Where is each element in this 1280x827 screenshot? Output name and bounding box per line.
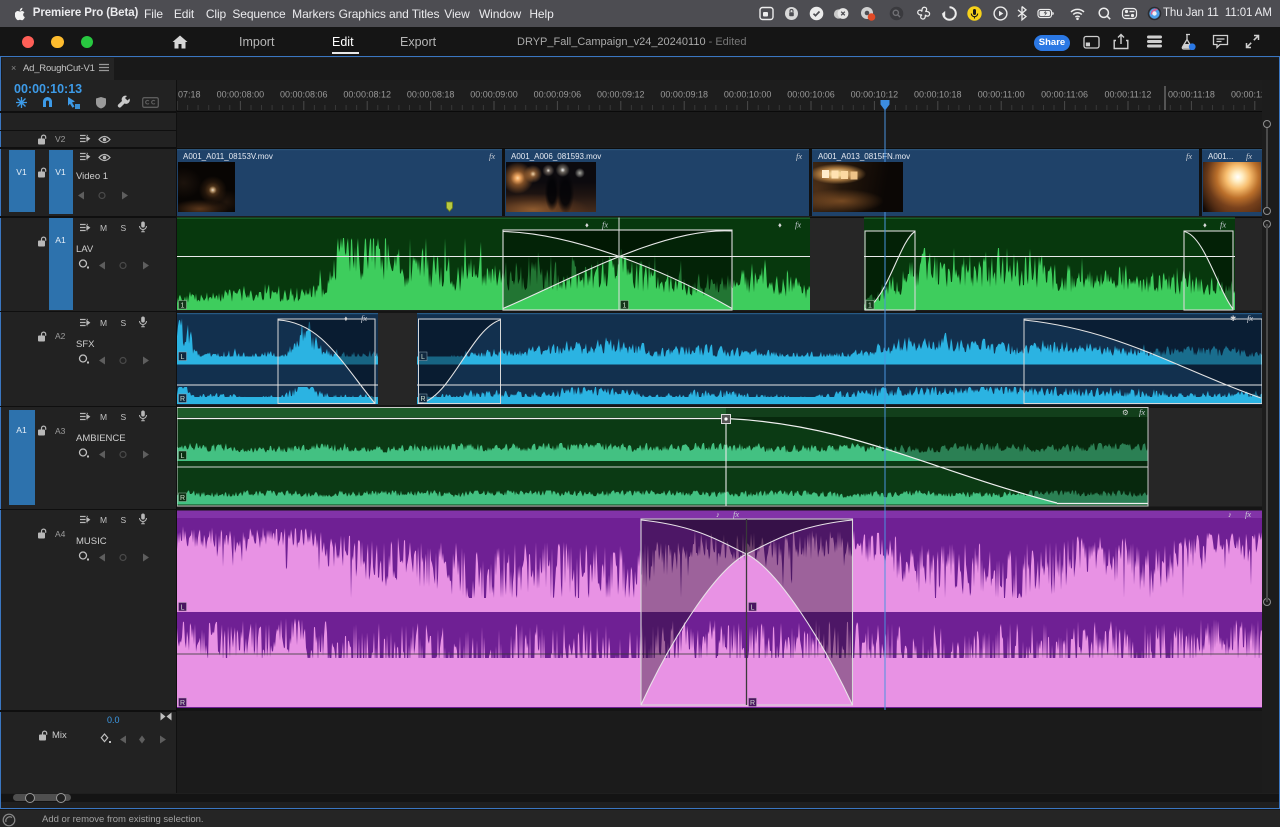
svg-text:♦: ♦ xyxy=(778,221,782,230)
svg-text:R: R xyxy=(180,700,185,707)
svg-text:A001...: A001... xyxy=(1208,152,1233,161)
svg-text:✱: ✱ xyxy=(1230,314,1237,323)
svg-text:07:18: 07:18 xyxy=(178,90,201,100)
svg-text:♪: ♪ xyxy=(716,510,720,519)
svg-text:00:00:09:00: 00:00:09:00 xyxy=(470,90,518,100)
svg-text:1: 1 xyxy=(868,303,872,310)
svg-text:L: L xyxy=(181,354,185,361)
svg-text:fx: fx xyxy=(1247,313,1253,323)
svg-text:A001_A006_081593.mov: A001_A006_081593.mov xyxy=(511,152,601,161)
svg-text:L: L xyxy=(421,354,425,361)
svg-text:00:00:11:00: 00:00:11:00 xyxy=(978,90,1025,100)
svg-text:A001_A011_08153V.mov: A001_A011_08153V.mov xyxy=(183,152,273,161)
svg-text:fx: fx xyxy=(1139,407,1145,417)
svg-text:fx: fx xyxy=(733,509,739,519)
svg-text:L: L xyxy=(181,453,185,460)
svg-text:fx: fx xyxy=(796,151,802,161)
svg-text:R: R xyxy=(180,495,185,502)
svg-text:00:00:11:18: 00:00:11:18 xyxy=(1168,90,1215,100)
svg-text:♦: ♦ xyxy=(585,221,589,230)
svg-text:00:00:09:18: 00:00:09:18 xyxy=(660,90,708,100)
svg-text:fx: fx xyxy=(1186,151,1192,161)
svg-text:R: R xyxy=(750,700,755,707)
svg-text:L: L xyxy=(751,605,755,612)
svg-text:fx: fx xyxy=(1220,220,1226,230)
svg-text:00:00:10:18: 00:00:10:18 xyxy=(914,90,962,100)
svg-text:00:00:11:06: 00:00:11:06 xyxy=(1041,90,1088,100)
svg-text:00:00:08:06: 00:00:08:06 xyxy=(280,90,328,100)
svg-text:fx: fx xyxy=(489,151,495,161)
svg-text:00:00:10:06: 00:00:10:06 xyxy=(787,90,835,100)
svg-text:00:00:08:18: 00:00:08:18 xyxy=(407,90,455,100)
svg-text:fx: fx xyxy=(602,220,608,230)
svg-text:1: 1 xyxy=(181,303,185,310)
svg-text:fx: fx xyxy=(795,220,801,230)
svg-text:fx: fx xyxy=(1246,151,1252,161)
svg-text:00:00:08:00: 00:00:08:00 xyxy=(217,90,265,100)
svg-text:00:00:09:12: 00:00:09:12 xyxy=(597,90,645,100)
svg-text:00:00:09:06: 00:00:09:06 xyxy=(534,90,582,100)
svg-text:fx: fx xyxy=(1245,509,1251,519)
svg-text:00:00:12:00: 00:00:12:00 xyxy=(1231,90,1262,100)
svg-text:♦: ♦ xyxy=(344,314,348,323)
svg-text:L: L xyxy=(181,605,185,612)
svg-text:00:00:11:12: 00:00:11:12 xyxy=(1105,90,1152,100)
svg-text:R: R xyxy=(180,396,185,403)
svg-text:00:00:10:12: 00:00:10:12 xyxy=(851,90,899,100)
svg-text:A001_A013_0815FN.mov: A001_A013_0815FN.mov xyxy=(818,152,910,161)
svg-text:00:00:08:12: 00:00:08:12 xyxy=(343,90,391,100)
svg-text:♦: ♦ xyxy=(1203,221,1207,230)
svg-text:fx: fx xyxy=(361,313,367,323)
svg-text:1: 1 xyxy=(623,303,627,310)
svg-text:⚙: ⚙ xyxy=(1122,408,1129,417)
svg-text:♪: ♪ xyxy=(1228,510,1232,519)
svg-text:R: R xyxy=(420,396,425,403)
svg-text:00:00:10:00: 00:00:10:00 xyxy=(724,90,772,100)
